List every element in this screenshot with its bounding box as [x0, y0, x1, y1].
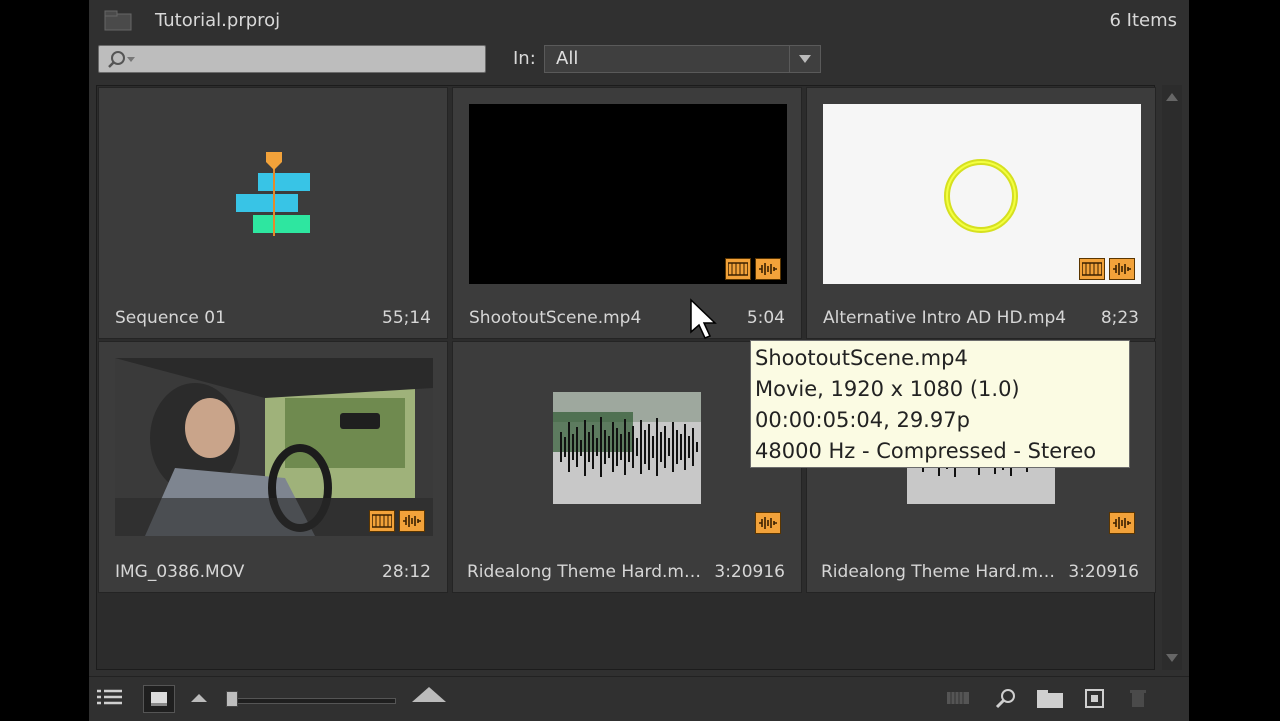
item-name: Ridealong Theme Hard.m…	[821, 562, 1055, 582]
tooltip-format: Movie, 1920 x 1080 (1.0)	[755, 377, 1020, 401]
grid-item[interactable]: ShootoutScene.mp4 5:04	[452, 87, 802, 339]
tooltip-audio: 48000 Hz - Compressed - Stereo	[755, 439, 1097, 463]
tooltip-filename: ShootoutScene.mp4	[755, 346, 968, 370]
scroll-up-icon[interactable]	[1166, 93, 1178, 101]
audio-badge-icon	[755, 512, 781, 534]
zoom-in-icon[interactable]	[411, 685, 447, 703]
items-count: 6 Items	[1109, 10, 1177, 31]
item-name: IMG_0386.MOV	[115, 562, 245, 582]
video-badge-icon	[725, 258, 751, 280]
zoom-out-icon[interactable]	[190, 691, 208, 703]
item-duration: 5:04	[746, 308, 785, 328]
audio-badge-icon	[1109, 258, 1135, 280]
panel-toolbar	[89, 676, 1189, 721]
project-panel: Tutorial.prproj 6 Items In: All Sequence…	[89, 0, 1189, 721]
audio-badge-icon	[399, 510, 425, 532]
find-icon[interactable]	[994, 687, 1018, 709]
video-badge-icon	[1079, 258, 1105, 280]
tooltip-timecode: 00:00:05:04, 29.97p	[755, 408, 970, 432]
grid-item[interactable]: Alternative Intro AD HD.mp4 8;23	[806, 87, 1156, 339]
search-icon[interactable]	[105, 49, 135, 71]
clear-icon[interactable]	[1127, 687, 1149, 709]
new-item-icon[interactable]	[1083, 687, 1107, 709]
video-thumbnail	[469, 104, 787, 284]
vertical-scrollbar[interactable]	[1162, 85, 1182, 670]
project-icon	[104, 10, 132, 31]
item-name: Sequence 01	[115, 308, 226, 328]
filter-dropdown[interactable]: All	[544, 45, 821, 73]
item-duration: 3:20916	[714, 562, 785, 582]
list-view-icon[interactable]	[95, 687, 125, 709]
item-duration: 3:20916	[1068, 562, 1139, 582]
item-name: ShootoutScene.mp4	[469, 308, 642, 328]
filter-label: In:	[513, 48, 536, 69]
icon-view-button[interactable]	[143, 685, 175, 713]
automate-to-sequence-icon[interactable]	[945, 687, 975, 709]
panel-header: Tutorial.prproj 6 Items	[89, 0, 1189, 42]
audio-waveform	[553, 392, 701, 504]
video-badge-icon	[369, 510, 395, 532]
audio-badge-icon	[1109, 512, 1135, 534]
item-tooltip: ShootoutScene.mp4 Movie, 1920 x 1080 (1.…	[750, 340, 1130, 468]
video-thumbnail	[823, 104, 1141, 284]
icon-view-icon	[151, 692, 167, 706]
grid-item[interactable]: Sequence 01 55;14	[98, 87, 448, 339]
item-name: Alternative Intro AD HD.mp4	[823, 308, 1067, 328]
filter-value: All	[556, 48, 579, 69]
new-bin-icon[interactable]	[1035, 687, 1065, 709]
zoom-slider-thumb[interactable]	[226, 691, 238, 707]
item-name: Ridealong Theme Hard.m…	[467, 562, 701, 582]
chevron-down-icon[interactable]	[789, 46, 820, 72]
item-duration: 55;14	[382, 308, 431, 328]
item-duration: 28:12	[382, 562, 431, 582]
item-duration: 8;23	[1100, 308, 1139, 328]
mouse-cursor-icon	[690, 298, 717, 339]
search-field[interactable]	[98, 45, 486, 73]
grid-item[interactable]: IMG_0386.MOV 28:12	[98, 341, 448, 593]
project-title: Tutorial.prproj	[155, 10, 281, 31]
audio-badge-icon	[755, 258, 781, 280]
zoom-slider-track[interactable]	[234, 698, 396, 704]
sequence-icon	[236, 152, 310, 236]
scroll-down-icon[interactable]	[1166, 654, 1178, 662]
